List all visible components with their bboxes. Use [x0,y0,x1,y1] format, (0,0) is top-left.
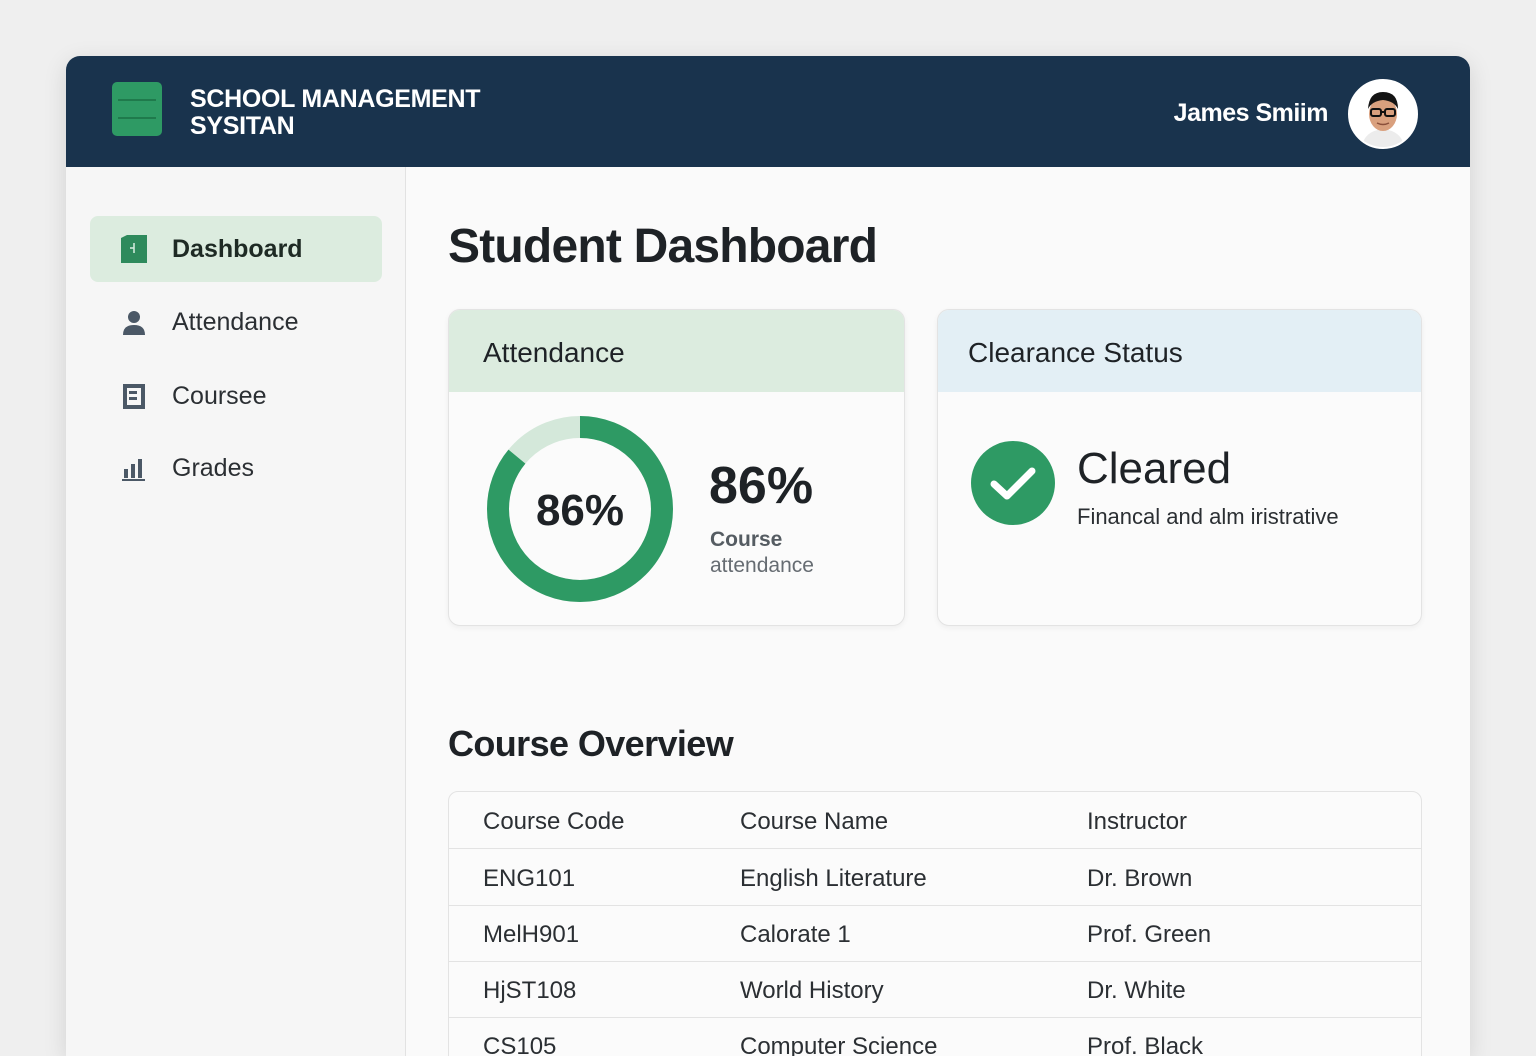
app-title: SCHOOL MANAGEMENT SYSITAN [190,85,481,140]
table-row[interactable]: MelH901 Calorate 1 Prof. Green [449,905,1421,962]
attendance-percent: 86% [709,457,814,515]
sidebar-item-label: Dashboard [172,235,303,263]
user-name[interactable]: James Smiim [1174,99,1329,128]
sidebar-item-label: Attendance [172,308,299,336]
clearance-card-header: Clearance Status [938,310,1421,392]
clearance-card-title: Clearance Status [968,337,1183,368]
app-window: SCHOOL MANAGEMENT SYSITAN James Smiim Da… [66,56,1470,1056]
course-code-cell: MelH901 [483,921,580,948]
column-header-course-name[interactable]: Course Name [740,808,888,836]
course-overview-title: Course Overview [448,723,734,764]
clearance-detail: Financal and alm iristrative [1077,504,1339,529]
course-name-cell: Calorate 1 [740,921,851,948]
logo-icon [112,82,162,136]
course-name-cell: Computer Science [740,1033,938,1056]
table-header-row: Course Code Course Name Instructor [449,792,1421,849]
table-row[interactable]: HjST108 World History Dr. White [449,961,1421,1018]
sidebar-item-grades[interactable]: Grades [90,435,382,501]
column-header-course-code[interactable]: Course Code [483,808,624,836]
clearance-status: Cleared [1077,444,1232,493]
attendance-card-title: Attendance [483,337,625,368]
course-table: Course Code Course Name Instructor ENG10… [448,791,1422,1056]
main-content: Student Dashboard Attendance 86% 86% Cou… [406,167,1470,1056]
column-header-instructor[interactable]: Instructor [1087,808,1187,836]
clearance-card: Clearance Status Cleared Financal and al… [937,309,1422,626]
instructor-cell: Dr. White [1087,977,1186,1004]
dashboard-icon [121,235,147,263]
book-icon [123,384,145,409]
app-title-line1: SCHOOL MANAGEMENT [190,85,481,113]
attendance-card-header: Attendance [449,310,904,392]
sidebar-item-label: Grades [172,454,254,482]
course-code-cell: HjST108 [483,977,577,1004]
instructor-cell: Dr. Brown [1087,865,1193,892]
table-row[interactable]: ENG101 English Literature Dr. Brown [449,849,1421,906]
user-icon [123,311,145,335]
avatar[interactable] [1348,79,1418,149]
instructor-cell: Prof. Black [1087,1033,1204,1056]
page-title: Student Dashboard [448,220,878,273]
sidebar-item-courses[interactable]: Coursee [90,363,382,429]
course-code-cell: CS105 [483,1033,557,1056]
table-row[interactable]: CS105 Computer Science Prof. Black [449,1017,1421,1056]
check-circle-icon [971,441,1055,525]
app-title-line2: SYSITAN [190,112,295,140]
attendance-sub-label-1: Course [710,528,783,551]
course-code-cell: ENG101 [483,865,576,892]
donut-percent-label: 86% [535,486,625,535]
avatar-image [1350,81,1416,147]
sidebar-item-label: Coursee [172,382,267,410]
sidebar-item-dashboard[interactable]: Dashboard [90,216,382,282]
sidebar-item-attendance[interactable]: Attendance [90,289,382,355]
instructor-cell: Prof. Green [1087,921,1212,948]
top-bar: SCHOOL MANAGEMENT SYSITAN James Smiim [66,56,1470,167]
attendance-card: Attendance 86% 86% Course attendance [448,309,905,626]
bar-chart-icon [122,459,145,481]
course-name-cell: World History [740,977,884,1004]
sidebar: Dashboard Attendance Coursee Grades [66,167,406,1056]
attendance-sub-label-2: attendance [710,554,814,577]
course-name-cell: English Literature [740,865,927,892]
